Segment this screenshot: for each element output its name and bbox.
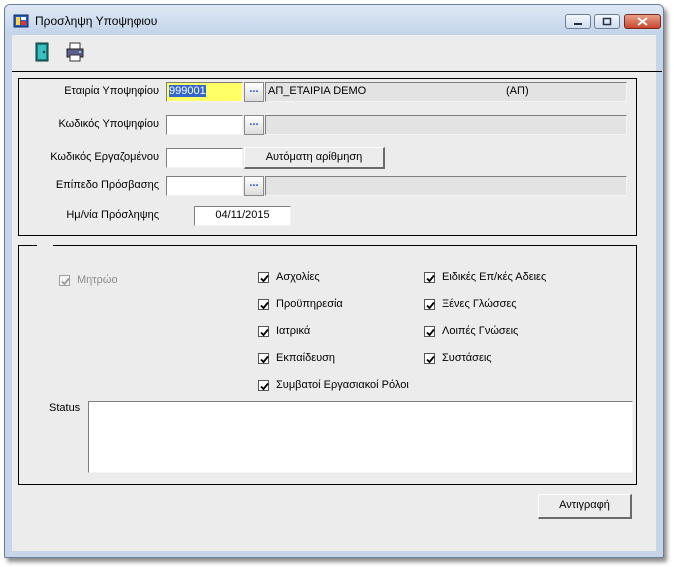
maximize-icon [602, 17, 612, 26]
close-button[interactable] [624, 14, 661, 29]
title-bar[interactable]: Προσληψη Υποψηφιου [5, 5, 663, 35]
checkmark-icon [260, 274, 269, 283]
exit-door-icon [35, 42, 49, 62]
checkmark-icon [260, 382, 269, 391]
candidate-description [265, 115, 627, 135]
client-area: Εταιρία Υποψηφίου 999001 ... ΑΠ_ΕΤΑΙΡΙΑ … [12, 35, 662, 551]
status-label: Status [49, 402, 81, 414]
candidate-lookup-button[interactable]: ... [244, 115, 264, 135]
company-code-field[interactable]: 999001 [166, 82, 243, 102]
auto-numbering-button[interactable]: Αυτόματη αρίθμηση [244, 147, 385, 169]
copy-button[interactable]: Αντιγραφή [538, 494, 632, 519]
checkmark-icon [61, 277, 70, 286]
window-title: Προσληψη Υποψηφιου [35, 14, 158, 28]
company-label: Εταιρία Υποψηφίου [64, 85, 159, 97]
employee-code-label: Κωδικός Εργαζομένου [50, 151, 159, 163]
printer-icon [66, 42, 84, 62]
checkmark-icon [426, 355, 435, 364]
access-level-field[interactable] [166, 176, 243, 196]
print-button[interactable] [64, 41, 86, 63]
toolbar [12, 35, 656, 69]
exit-button[interactable] [31, 41, 53, 63]
checkmark-icon [260, 355, 269, 364]
maximize-button[interactable] [594, 14, 620, 29]
candidate-info-group: Εταιρία Υποψηφίου 999001 ... ΑΠ_ΕΤΑΙΡΙΑ … [18, 78, 637, 236]
hire-date-label: Ημ/νία Πρόσληψης [66, 209, 159, 221]
checkmark-icon [426, 328, 435, 337]
checkmark-icon [426, 301, 435, 310]
access-level-label: Επίπεδο Πρόσβασης [55, 179, 159, 191]
checkmark-icon [260, 328, 269, 337]
toolbar-separator [12, 71, 662, 72]
company-code-suffix: (ΑΠ) [506, 85, 529, 97]
candidate-code-field[interactable] [166, 115, 243, 135]
app-icon [13, 14, 29, 28]
app-window: Προσληψη Υποψηφιου Εταιρία Υποψηφίου 999… [4, 4, 664, 558]
checkmark-icon [260, 301, 269, 310]
access-level-description [265, 176, 627, 196]
status-textarea[interactable] [88, 401, 633, 473]
minimize-icon [574, 23, 582, 25]
minimize-button[interactable] [565, 14, 591, 29]
employee-code-field[interactable] [166, 148, 243, 168]
company-name: ΑΠ_ΕΤΑΙΡΙΑ DEMO [268, 85, 367, 97]
candidate-code-label: Κωδικός Υποψηφίου [58, 118, 159, 130]
company-lookup-button[interactable]: ... [244, 82, 264, 102]
close-icon [637, 17, 648, 26]
company-description: ΑΠ_ΕΤΑΙΡΙΑ DEMO (ΑΠ) [265, 82, 627, 102]
access-level-lookup-button[interactable]: ... [244, 176, 264, 196]
hire-date-field[interactable]: 04/11/2015 [194, 206, 291, 226]
checkmark-icon [426, 274, 435, 283]
